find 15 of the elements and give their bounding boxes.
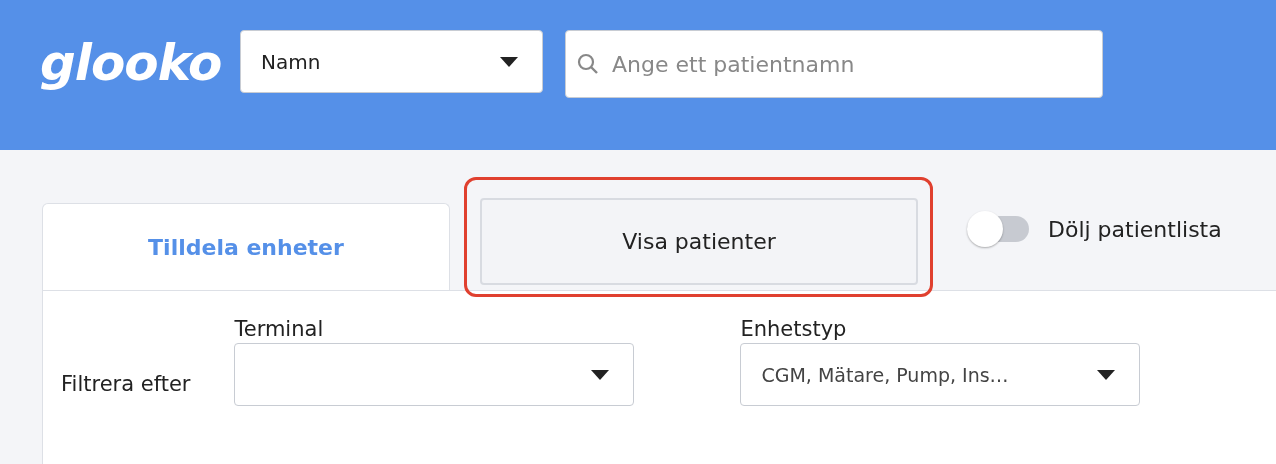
- search-by-select[interactable]: Namn: [240, 30, 543, 93]
- caret-icon: [1097, 369, 1116, 380]
- caret-icon: [591, 369, 610, 380]
- field-label: Enhetstyp: [740, 317, 848, 341]
- toggle-switch[interactable]: [966, 210, 1030, 248]
- filter-select[interactable]: [234, 343, 635, 406]
- filter-select[interactable]: CGM, Mätare, Pump, Ins…: [740, 343, 1141, 406]
- toggle-label: Dölj patientlista: [1048, 216, 1222, 242]
- filter-label: Filtrera efter: [61, 372, 191, 396]
- caret-icon: [500, 56, 518, 67]
- search-field[interactable]: Ange ett patientnamn: [565, 30, 1103, 98]
- field-label: Terminal: [234, 317, 325, 341]
- search-icon: [577, 53, 599, 75]
- logo: glooko: [40, 38, 223, 88]
- tab[interactable]: Visa patienter: [480, 198, 918, 285]
